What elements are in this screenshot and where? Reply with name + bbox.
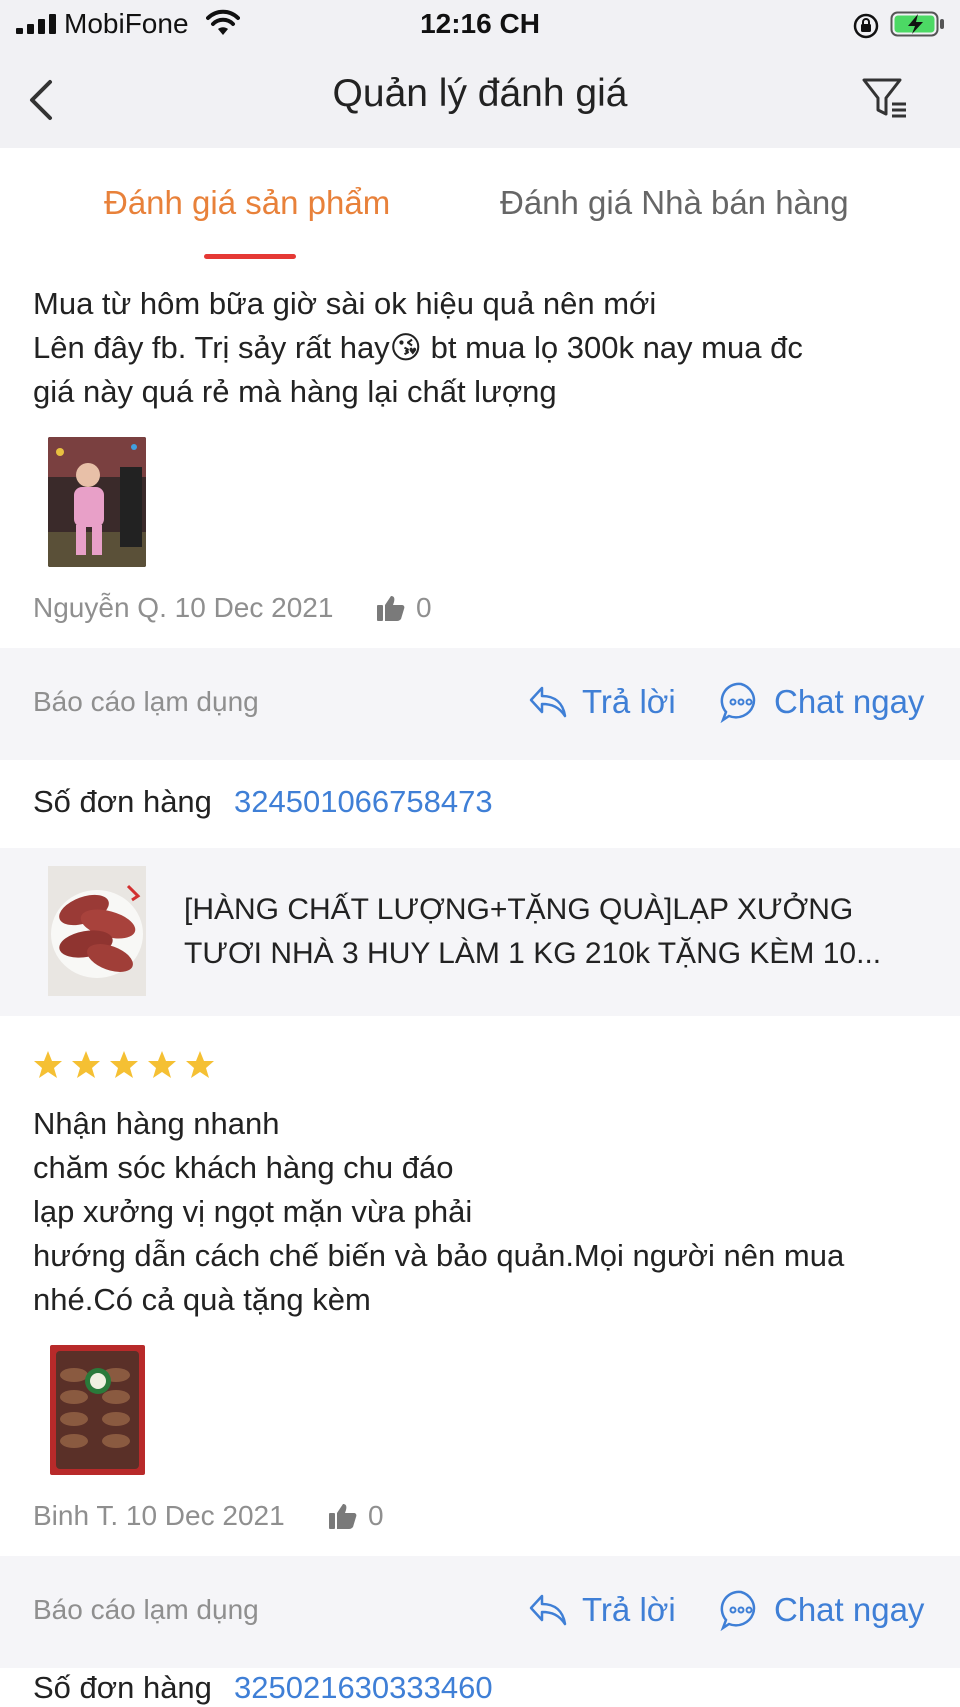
like-count: 0 — [416, 592, 432, 623]
battery-charging-icon — [890, 11, 944, 37]
thumbs-up-icon[interactable] — [377, 595, 405, 621]
reply-button[interactable]: Trả lời — [528, 680, 676, 724]
review-text-line: Nhận hàng nhanh — [33, 1106, 280, 1141]
star-icon — [110, 1051, 138, 1078]
product-row[interactable]: [HÀNG CHẤT LƯỢNG+TẶNG QUÀ]LẠP XƯỞNG TƯƠI… — [0, 848, 960, 1016]
review-text-line: giá này quá rẻ mà hàng lại chất lượng — [33, 374, 557, 409]
review-tabs: Đánh giá sản phẩm Đánh giá Nhà bán hàng — [0, 148, 960, 263]
review-text-line: chăm sóc khách hàng chu đáo — [33, 1150, 454, 1185]
star-icon — [148, 1051, 176, 1078]
review-photo-child[interactable] — [48, 437, 146, 567]
order-number-link[interactable]: 325021630333460 — [234, 1670, 493, 1706]
active-tab-indicator — [204, 254, 296, 259]
reply-arrow-icon — [529, 686, 567, 718]
chat-bubble-icon — [720, 682, 756, 723]
star-icon — [34, 1051, 62, 1078]
order-number-label: Số đơn hàng — [33, 784, 212, 819]
review-text-line: Mua từ hôm bữa giờ sài ok hiệu quả nên m… — [33, 286, 657, 321]
review-text-line: lạp xưởng vị ngọt mặn vừa phải — [33, 1194, 473, 1229]
review-photo-package[interactable] — [50, 1345, 145, 1475]
product-name-line: [HÀNG CHẤT LƯỢNG+TẶNG QUÀ]LẠP XƯỞNG — [184, 893, 854, 926]
reply-label: Trả lời — [582, 1591, 676, 1628]
chat-bubble-icon — [720, 1590, 756, 1631]
review-text-line: Lên đây fb. Trị sảy rất hay😘 bt mua lọ 3… — [33, 330, 803, 365]
status-bar: MobiFone 12:16 CH — [0, 0, 960, 48]
review-author: Binh T. — [33, 1500, 119, 1531]
order-number-link[interactable]: 324501066758473 — [234, 784, 493, 820]
review-text: Mua từ hôm bữa giờ sài ok hiệu quả nên m… — [33, 282, 933, 414]
review-action-bar: Báo cáo lạm dụng Trả lời Chat ngay — [0, 648, 960, 760]
chat-now-button[interactable]: Chat ngay — [720, 1588, 924, 1632]
chat-label: Chat ngay — [774, 683, 925, 720]
review-text-line: hướng dẫn cách chế biến và bảo quản.Mọi … — [33, 1238, 845, 1273]
thumbs-up-icon[interactable] — [329, 1503, 357, 1529]
product-name-line: TƯƠI NHÀ 3 HUY LÀM 1 KG 210k TẶNG KÈM 10… — [184, 937, 882, 970]
reply-arrow-icon — [529, 1594, 567, 1626]
reply-label: Trả lời — [582, 683, 676, 720]
review-author-date: Nguyễn Q. 10 Dec 2021 — [33, 592, 333, 624]
chat-now-button[interactable]: Chat ngay — [720, 680, 924, 724]
page-title: Quản lý đánh giá — [332, 72, 628, 115]
review-text-line: nhé.Có cả quà tặng kèm — [33, 1282, 371, 1317]
review-text: Nhận hàng nhanh chăm sóc khách hàng chu … — [33, 1102, 933, 1322]
orientation-lock-icon — [853, 13, 879, 39]
filter-icon[interactable] — [860, 76, 910, 120]
like-count: 0 — [368, 1500, 384, 1531]
review-author-date: Binh T. 10 Dec 2021 — [33, 1500, 285, 1532]
order-info-row: Số đơn hàng 324501066758473 — [0, 760, 960, 848]
star-rating — [33, 1050, 215, 1080]
reply-button[interactable]: Trả lời — [528, 1588, 676, 1632]
product-thumbnail-sausage — [48, 866, 146, 996]
order-number-label: Số đơn hàng — [33, 1670, 212, 1705]
review-date: 10 Dec 2021 — [125, 1500, 285, 1531]
order-info-row: Số đơn hàng 325021630333460 — [0, 1668, 960, 1707]
star-icon — [186, 1051, 214, 1078]
nav-bar: Quản lý đánh giá — [0, 48, 960, 148]
report-abuse-link[interactable]: Báo cáo lạm dụng — [33, 1594, 259, 1626]
chat-label: Chat ngay — [774, 1591, 925, 1628]
product-name: [HÀNG CHẤT LƯỢNG+TẶNG QUÀ]LẠP XƯỞNG TƯƠI… — [184, 888, 924, 976]
tab-seller-reviews[interactable]: Đánh giá Nhà bán hàng — [500, 184, 849, 222]
report-abuse-link[interactable]: Báo cáo lạm dụng — [33, 686, 259, 718]
tab-product-reviews[interactable]: Đánh giá sản phẩm — [104, 184, 390, 222]
review-author: Nguyễn Q. — [33, 592, 167, 623]
status-time: 12:16 CH — [420, 8, 540, 39]
review-action-bar: Báo cáo lạm dụng Trả lời Chat ngay — [0, 1556, 960, 1668]
review-date: 10 Dec 2021 — [174, 592, 334, 623]
star-icon — [72, 1051, 100, 1078]
